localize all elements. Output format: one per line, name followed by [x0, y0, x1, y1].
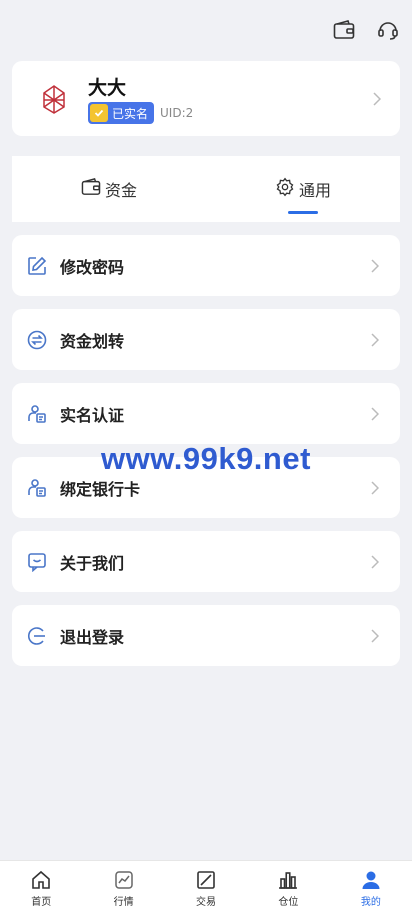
nav-label: 首页	[31, 896, 52, 908]
chat-bubble-icon	[26, 551, 48, 573]
menu-label: 绑定银行卡	[60, 479, 141, 499]
profile-card[interactable]: 大大 已实名 UID:2	[12, 61, 400, 136]
chevron-right-icon	[368, 332, 382, 347]
nav-item-positions[interactable]: 仓位	[247, 861, 329, 915]
logout-icon	[26, 625, 48, 647]
bottom-nav: 首页 行情 交易 仓位 我的	[0, 860, 412, 915]
chevron-right-icon	[370, 91, 384, 106]
nav-label: 交易	[196, 896, 217, 908]
chevron-right-icon	[368, 258, 382, 273]
nav-item-trade[interactable]: 交易	[165, 861, 247, 915]
id-badge-icon	[26, 403, 48, 425]
menu-item-change-password[interactable]: 修改密码	[12, 235, 400, 296]
chevron-right-icon	[368, 554, 382, 569]
verified-label: 已实名	[112, 106, 149, 121]
avatar	[28, 73, 80, 125]
menu-label: 修改密码	[60, 257, 125, 277]
shield-check-icon	[90, 104, 108, 122]
nav-item-home[interactable]: 首页	[0, 861, 82, 915]
nav-label: 行情	[113, 896, 134, 908]
nav-label: 仓位	[278, 896, 299, 908]
settings-tabs: 资金 通用	[12, 156, 400, 222]
top-bar	[332, 18, 400, 42]
watermark-text: www.99k9.net	[101, 441, 311, 476]
user-icon	[360, 869, 382, 891]
chart-icon	[113, 869, 135, 891]
nav-label: 我的	[360, 896, 381, 908]
verified-badge: 已实名	[88, 102, 155, 124]
home-icon	[30, 869, 52, 891]
chevron-right-icon	[368, 628, 382, 643]
headset-icon[interactable]	[376, 18, 400, 42]
trade-icon	[195, 869, 217, 891]
profile-name: 大大	[88, 77, 127, 99]
chevron-right-icon	[368, 406, 382, 421]
menu-item-about-us[interactable]: 关于我们	[12, 531, 400, 592]
bar-chart-icon	[277, 869, 299, 891]
menu-label: 退出登录	[60, 627, 125, 647]
menu-item-fund-transfer[interactable]: 资金划转	[12, 309, 400, 370]
menu-item-real-name-verification[interactable]: 实名认证	[12, 383, 400, 444]
gear-icon	[275, 177, 295, 201]
nav-item-market[interactable]: 行情	[82, 861, 164, 915]
menu-label: 实名认证	[60, 405, 125, 425]
tab-general-label: 通用	[298, 181, 331, 200]
menu-label: 资金划转	[60, 331, 125, 351]
user-id: UID:2	[160, 106, 194, 120]
transfer-icon	[26, 329, 48, 351]
menu-label: 关于我们	[60, 553, 125, 573]
tab-general[interactable]: 通用	[206, 156, 400, 222]
wallet-icon	[81, 178, 101, 200]
menu-item-logout[interactable]: 退出登录	[12, 605, 400, 666]
wallet-icon[interactable]	[332, 18, 356, 42]
bank-card-icon	[26, 477, 48, 499]
tab-funds[interactable]: 资金	[12, 156, 206, 222]
nav-item-mine[interactable]: 我的	[330, 861, 412, 915]
edit-icon	[26, 255, 48, 277]
tab-funds-label: 资金	[104, 181, 137, 200]
chevron-right-icon	[368, 480, 382, 495]
